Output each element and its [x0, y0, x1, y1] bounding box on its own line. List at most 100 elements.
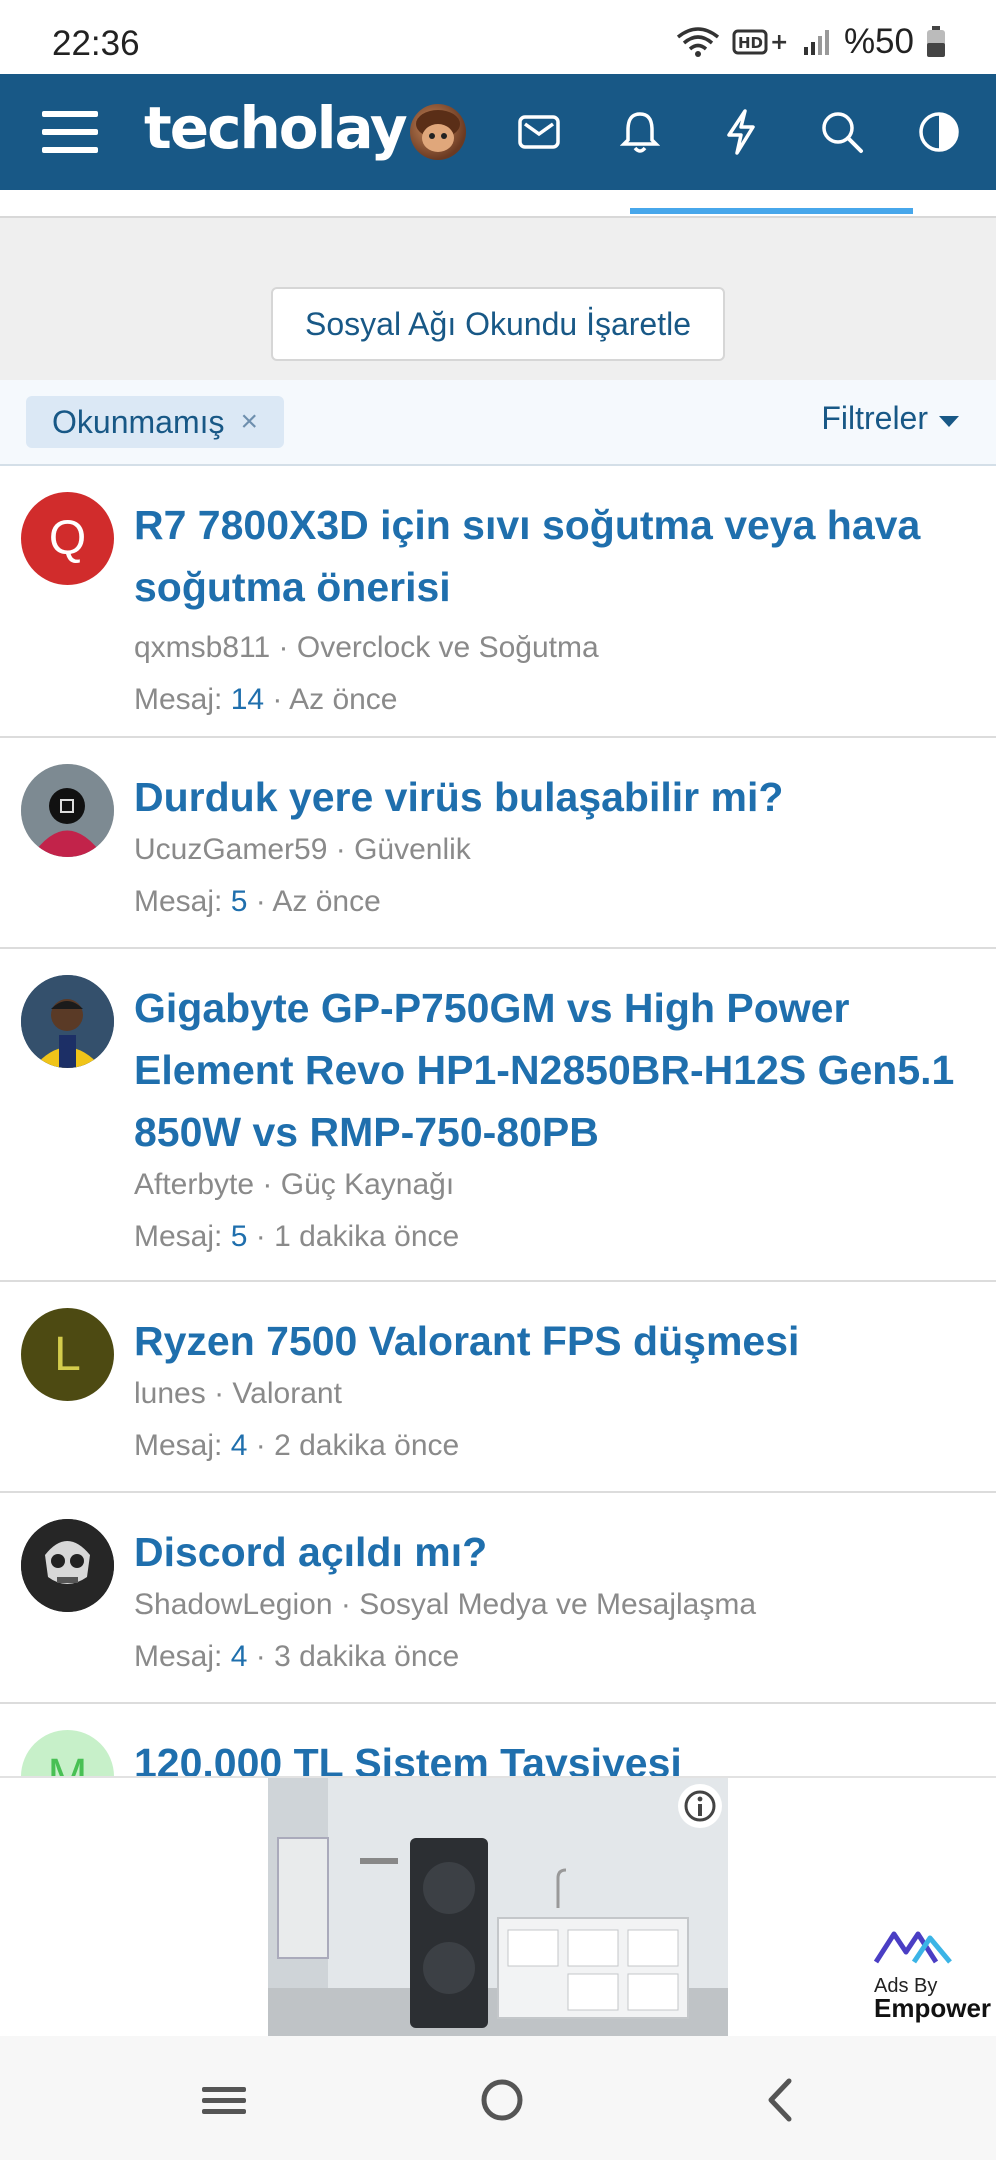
thread-forum[interactable]: Overclock ve Soğutma: [297, 631, 599, 664]
lightning-icon[interactable]: [705, 96, 777, 168]
replies-label: Mesaj:: [134, 1220, 223, 1253]
mark-read-button[interactable]: Sosyal Ağı Okundu İşaretle: [271, 287, 725, 361]
list-item[interactable]: Gigabyte GP-P750GM vs High Power Element…: [0, 949, 996, 1282]
thread-author[interactable]: lunes: [134, 1377, 206, 1410]
thread-author[interactable]: ShadowLegion: [134, 1588, 333, 1621]
status-bar: 22:36 HD + %50: [0, 0, 996, 74]
thread-author[interactable]: UcuzGamer59: [134, 833, 327, 866]
thread-list: Q R7 7800X3D için sıvı soğutma veya hava…: [0, 466, 996, 1794]
thread-title[interactable]: Gigabyte GP-P750GM vs High Power Element…: [134, 977, 966, 1163]
separator: ·: [340, 1588, 360, 1621]
thread-stats: Mesaj: 14 · Az önce: [134, 682, 996, 718]
thread-author[interactable]: qxmsb811: [134, 631, 270, 664]
replies-count[interactable]: 4: [231, 1640, 248, 1673]
thread-author-forum: qxmsb811 · Overclock ve Soğutma: [134, 630, 996, 666]
thread-author-forum: Afterbyte · Güç Kaynağı: [134, 1167, 996, 1203]
thread-author[interactable]: Afterbyte: [134, 1168, 254, 1201]
ads-brand: Empower: [874, 1993, 992, 2023]
avatar[interactable]: Q: [21, 492, 114, 585]
thread-title[interactable]: Discord açıldı mı?: [134, 1521, 966, 1583]
avatar[interactable]: [21, 1519, 114, 1612]
avatar[interactable]: [21, 975, 114, 1068]
avatar[interactable]: [21, 764, 114, 857]
recent-apps-icon[interactable]: [184, 2070, 264, 2130]
replies-label: Mesaj:: [134, 1429, 223, 1462]
thread-forum[interactable]: Sosyal Medya ve Mesajlaşma: [359, 1588, 756, 1621]
replies-count[interactable]: 5: [231, 885, 248, 918]
thread-time: 2 dakika önce: [274, 1429, 460, 1462]
separator: ·: [214, 1377, 233, 1410]
status-time: 22:36: [52, 24, 140, 63]
separator: ·: [255, 1429, 275, 1462]
active-tab-indicator: [630, 208, 913, 214]
ads-by-empower[interactable]: Ads By Empower: [873, 1928, 992, 2023]
separator: ·: [262, 1168, 281, 1201]
separator: ·: [335, 833, 355, 866]
thread-time: 3 dakika önce: [274, 1640, 460, 1673]
hd-plus-icon: HD +: [732, 27, 790, 57]
back-icon[interactable]: [740, 2070, 820, 2130]
avatar[interactable]: L: [21, 1308, 114, 1401]
thread-author-forum: lunes · Valorant: [134, 1376, 996, 1412]
ad-image[interactable]: [268, 1778, 728, 2036]
signal-icon: [802, 27, 832, 57]
system-nav-bar: [0, 2036, 996, 2160]
separator: ·: [278, 631, 297, 664]
close-icon[interactable]: ×: [240, 405, 258, 439]
thread-author-forum: UcuzGamer59 · Güvenlik: [134, 832, 996, 868]
list-item[interactable]: Discord açıldı mı? ShadowLegion · Sosyal…: [0, 1493, 996, 1704]
list-item[interactable]: Durduk yere virüs bulaşabilir mi? UcuzGa…: [0, 738, 996, 949]
thread-stats: Mesaj: 4 · 2 dakika önce: [134, 1428, 996, 1464]
thread-stats: Mesaj: 4 · 3 dakika önce: [134, 1639, 996, 1675]
thread-title[interactable]: Ryzen 7500 Valorant FPS düşmesi: [134, 1310, 966, 1372]
replies-count[interactable]: 4: [231, 1429, 248, 1462]
empower-logo-icon: [873, 1928, 991, 1969]
unread-filter-chip[interactable]: Okunmamış ×: [26, 396, 285, 448]
thread-forum[interactable]: Güvenlik: [354, 833, 471, 866]
site-header: techolay: [0, 74, 996, 190]
thread-forum[interactable]: Güç Kaynağı: [281, 1168, 454, 1201]
actions-band: Sosyal Ağı Okundu İşaretle: [0, 218, 996, 380]
chip-label: Okunmamış: [52, 403, 225, 440]
mail-icon[interactable]: [503, 96, 575, 168]
thread-forum[interactable]: Valorant: [232, 1377, 342, 1410]
caret-down-icon: [938, 400, 960, 437]
ad-info-icon[interactable]: [678, 1784, 722, 1828]
separator: ·: [255, 1220, 275, 1253]
screen: 22:36 HD + %50 techolay Sosyal Ağı Okund…: [0, 0, 996, 2160]
replies-label: Mesaj:: [134, 683, 223, 716]
thread-title[interactable]: Durduk yere virüs bulaşabilir mi?: [134, 766, 966, 828]
search-icon[interactable]: [806, 96, 878, 168]
svg-text:HD: HD: [738, 34, 763, 52]
list-item[interactable]: L Ryzen 7500 Valorant FPS düşmesi lunes …: [0, 1282, 996, 1493]
replies-label: Mesaj:: [134, 1640, 223, 1673]
separator: ·: [272, 683, 290, 716]
thread-stats: Mesaj: 5 · 1 dakika önce: [134, 1219, 996, 1255]
filters-dropdown[interactable]: Filtreler: [821, 400, 960, 437]
avatar[interactable]: [410, 104, 466, 160]
replies-label: Mesaj:: [134, 885, 223, 918]
menu-icon[interactable]: [34, 96, 106, 168]
list-item[interactable]: Q R7 7800X3D için sıvı soğutma veya hava…: [0, 466, 996, 738]
thread-stats: Mesaj: 5 · Az önce: [134, 884, 996, 920]
separator: ·: [255, 1640, 275, 1673]
bell-icon[interactable]: [604, 96, 676, 168]
thread-time: Az önce: [289, 683, 398, 716]
battery-icon: [926, 26, 946, 58]
site-logo[interactable]: techolay: [144, 94, 408, 162]
tab-strip[interactable]: [0, 190, 996, 218]
svg-text:+: +: [770, 30, 788, 55]
thread-time: Az önce: [272, 885, 381, 918]
filter-bar: Okunmamış × Filtreler: [0, 380, 996, 466]
theme-toggle-icon[interactable]: [903, 96, 975, 168]
thread-author-forum: ShadowLegion · Sosyal Medya ve Mesajlaşm…: [134, 1587, 996, 1623]
replies-count[interactable]: 14: [231, 683, 264, 716]
separator: ·: [255, 885, 273, 918]
thread-time: 1 dakika önce: [274, 1220, 460, 1253]
thread-title[interactable]: R7 7800X3D için sıvı soğutma veya hava s…: [134, 494, 966, 618]
status-icons: HD + %50: [676, 22, 946, 62]
ad-banner[interactable]: Ads By Empower: [0, 1776, 996, 2036]
wifi-icon: [676, 25, 720, 59]
home-icon[interactable]: [462, 2070, 542, 2130]
replies-count[interactable]: 5: [231, 1220, 248, 1253]
